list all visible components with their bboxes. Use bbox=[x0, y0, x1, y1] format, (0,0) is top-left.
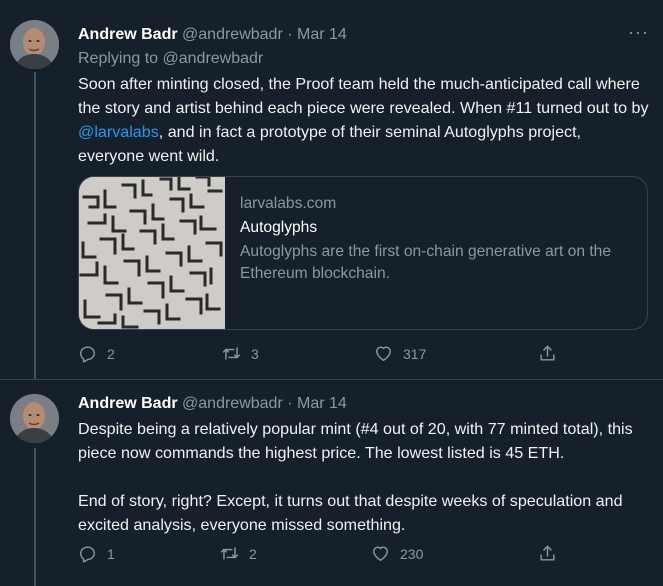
heart-icon bbox=[373, 546, 388, 561]
author-name[interactable]: Andrew Badr bbox=[78, 395, 178, 412]
retweet-icon bbox=[222, 347, 241, 360]
more-options-icon[interactable]: ··· bbox=[628, 23, 649, 41]
tweet-header: Andrew Badr @andrewbadr · Mar 14 bbox=[78, 25, 649, 45]
tweet-date[interactable]: Mar 14 bbox=[297, 395, 347, 412]
author-name[interactable]: Andrew Badr bbox=[78, 26, 178, 43]
retweet-count: 3 bbox=[251, 345, 259, 362]
share-button[interactable] bbox=[538, 344, 557, 363]
like-button[interactable]: 317 bbox=[374, 344, 426, 363]
reply-icon bbox=[80, 346, 95, 363]
tweet[interactable]: Andrew Badr @andrewbadr · Mar 14 Despite… bbox=[0, 380, 663, 586]
card-body: larvalabs.com Autoglyphs Autoglyphs are … bbox=[240, 193, 637, 285]
avatar[interactable] bbox=[10, 20, 59, 69]
tweet-text: Soon after minting closed, the Proof tea… bbox=[78, 72, 649, 168]
tweet-content: Andrew Badr @andrewbadr · Mar 14 ··· Rep… bbox=[78, 23, 649, 168]
thread-line bbox=[34, 72, 36, 379]
card-title: Autoglyphs bbox=[240, 219, 318, 236]
avatar-image bbox=[10, 20, 59, 69]
tweet-header: Andrew Badr @andrewbadr · Mar 14 bbox=[78, 394, 649, 414]
tweet-paragraph: End of story, right? Except, it turns ou… bbox=[78, 492, 623, 534]
replying-to-handle[interactable]: @andrewbadr bbox=[163, 50, 264, 67]
separator: · bbox=[287, 395, 293, 412]
share-icon bbox=[540, 345, 555, 361]
avatar[interactable] bbox=[10, 394, 59, 443]
tweet-text-part: Soon after minting closed, the Proof tea… bbox=[78, 75, 649, 117]
reply-button[interactable]: 2 bbox=[78, 344, 115, 363]
author-handle[interactable]: @andrewbadr bbox=[182, 395, 283, 412]
share-icon bbox=[540, 545, 555, 561]
tweet-paragraph: Despite being a relatively popular mint … bbox=[78, 420, 633, 462]
tweet-actions: 1 2 230 bbox=[78, 544, 558, 564]
card-image bbox=[79, 177, 225, 329]
tweet[interactable]: Andrew Badr @andrewbadr · Mar 14 ··· Rep… bbox=[0, 0, 663, 380]
author-handle[interactable]: @andrewbadr bbox=[182, 26, 283, 43]
tweet-date[interactable]: Mar 14 bbox=[297, 26, 347, 43]
heart-icon bbox=[376, 346, 391, 361]
reply-count: 1 bbox=[107, 545, 115, 562]
avatar-image bbox=[10, 394, 59, 443]
tweet-content: Andrew Badr @andrewbadr · Mar 14 Despite… bbox=[78, 394, 649, 537]
thread-line bbox=[34, 448, 36, 586]
mention-link[interactable]: @larvalabs bbox=[78, 123, 159, 141]
like-count: 230 bbox=[400, 545, 424, 562]
reply-icon bbox=[80, 546, 95, 563]
tweet-actions: 2 3 317 bbox=[78, 344, 558, 364]
tweet-text: Despite being a relatively popular mint … bbox=[78, 417, 649, 537]
retweet-count: 2 bbox=[249, 545, 257, 562]
retweet-button[interactable]: 3 bbox=[222, 344, 259, 363]
like-button[interactable]: 230 bbox=[371, 544, 423, 563]
separator: · bbox=[287, 26, 293, 43]
replying-to-label: Replying to bbox=[78, 50, 159, 67]
link-card[interactable]: larvalabs.com Autoglyphs Autoglyphs are … bbox=[78, 176, 648, 330]
retweet-button[interactable]: 2 bbox=[220, 544, 257, 563]
replying-to: Replying to @andrewbadr bbox=[78, 49, 649, 69]
retweet-icon bbox=[220, 547, 239, 560]
reply-button[interactable]: 1 bbox=[78, 544, 115, 563]
reply-count: 2 bbox=[107, 345, 115, 362]
card-description: Autoglyphs are the first on-chain genera… bbox=[240, 243, 612, 282]
share-button[interactable] bbox=[538, 544, 557, 563]
card-domain: larvalabs.com bbox=[240, 195, 337, 212]
like-count: 317 bbox=[403, 345, 427, 362]
